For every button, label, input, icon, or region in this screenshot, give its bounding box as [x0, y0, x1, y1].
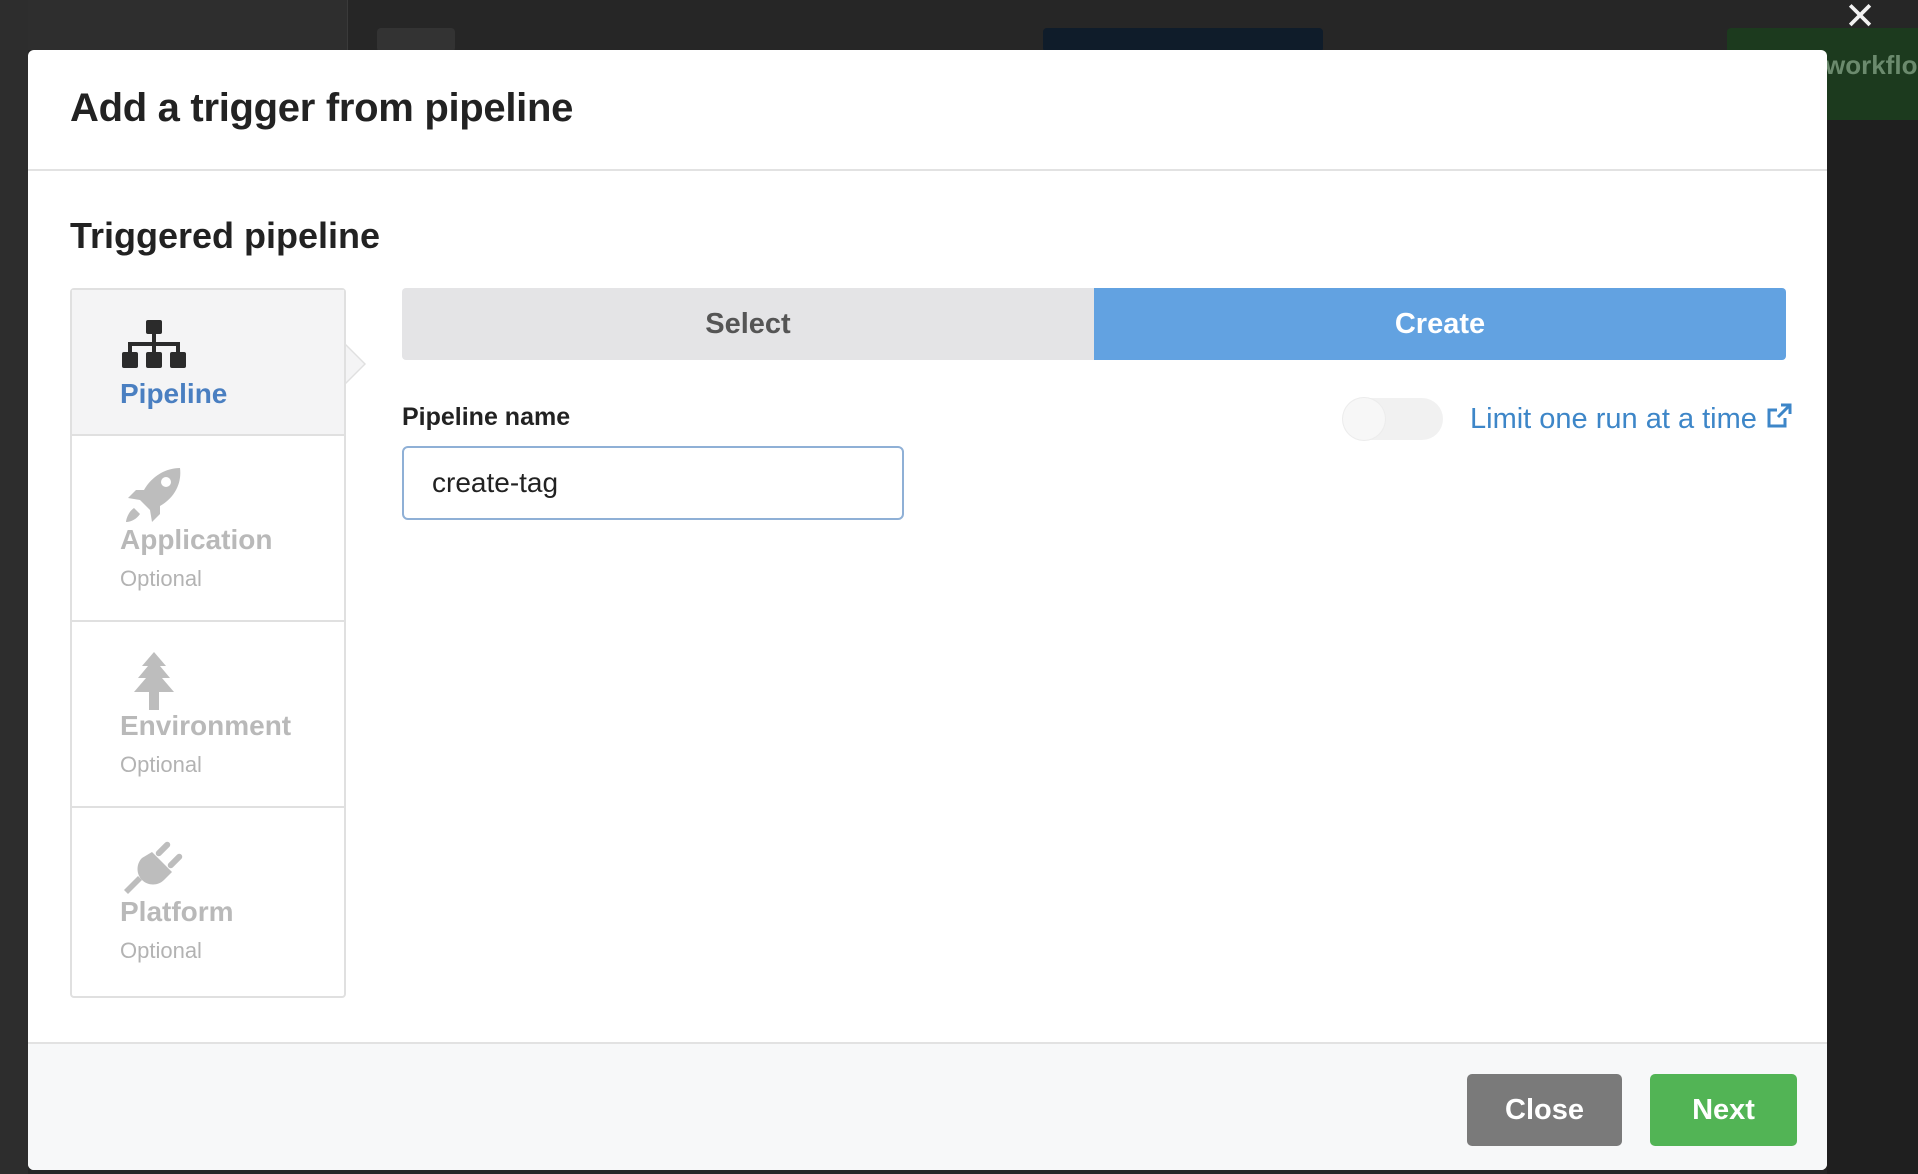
close-button[interactable]: Close: [1467, 1074, 1622, 1146]
limit-one-run-label: Limit one run at a time: [1470, 403, 1757, 435]
step-optional: Optional: [120, 566, 202, 591]
select-create-toggle: Select Create: [402, 288, 1786, 360]
modal-header: Add a trigger from pipeline: [28, 50, 1827, 171]
toggle-knob: [1343, 398, 1385, 440]
step-pipeline[interactable]: Pipeline: [72, 290, 366, 436]
background-sidebar: [0, 0, 28, 1174]
background-button: [1043, 28, 1323, 52]
step-application[interactable]: Application Optional: [72, 436, 344, 622]
create-tab[interactable]: Create: [1094, 288, 1786, 360]
step-environment[interactable]: Environment Optional: [72, 622, 344, 808]
pipeline-name-input[interactable]: [402, 446, 904, 520]
background-chip: [377, 28, 455, 52]
section-title: Triggered pipeline: [70, 215, 381, 256]
background-panel: [28, 0, 348, 50]
modal-footer: Close Next: [28, 1042, 1827, 1170]
modal-title: Add a trigger from pipeline: [70, 86, 574, 130]
limit-one-run-link[interactable]: Limit one run at a time: [1470, 402, 1793, 436]
limit-one-run-toggle[interactable]: [1343, 398, 1443, 440]
background-right-panel: [1827, 120, 1918, 1174]
pipeline-name-label: Pipeline name: [402, 403, 571, 431]
step-optional: Optional: [120, 938, 202, 963]
step-optional: Optional: [120, 752, 202, 777]
step-label: Platform: [120, 896, 234, 927]
close-icon[interactable]: ✕: [1842, 0, 1878, 36]
step-label: Environment: [120, 710, 292, 741]
rocket-icon: [126, 468, 181, 522]
step-label: Pipeline: [120, 378, 228, 409]
tree-icon: [134, 652, 174, 710]
step-label: Application: [120, 524, 273, 555]
next-button[interactable]: Next: [1650, 1074, 1797, 1146]
step-platform[interactable]: Platform Optional: [72, 808, 344, 994]
modal-body: Triggered pipeline Pipeline Application …: [28, 171, 1827, 1040]
select-tab[interactable]: Select: [402, 288, 1094, 360]
background-workflow-label: workflo: [1825, 50, 1918, 80]
wizard-steps: Pipeline Application Optional Environmen…: [70, 288, 366, 998]
sitemap-icon: [122, 320, 186, 368]
add-trigger-modal: Add a trigger from pipeline Triggered pi…: [28, 50, 1827, 1170]
plug-icon: [124, 841, 183, 894]
external-link-icon: [1767, 403, 1792, 428]
